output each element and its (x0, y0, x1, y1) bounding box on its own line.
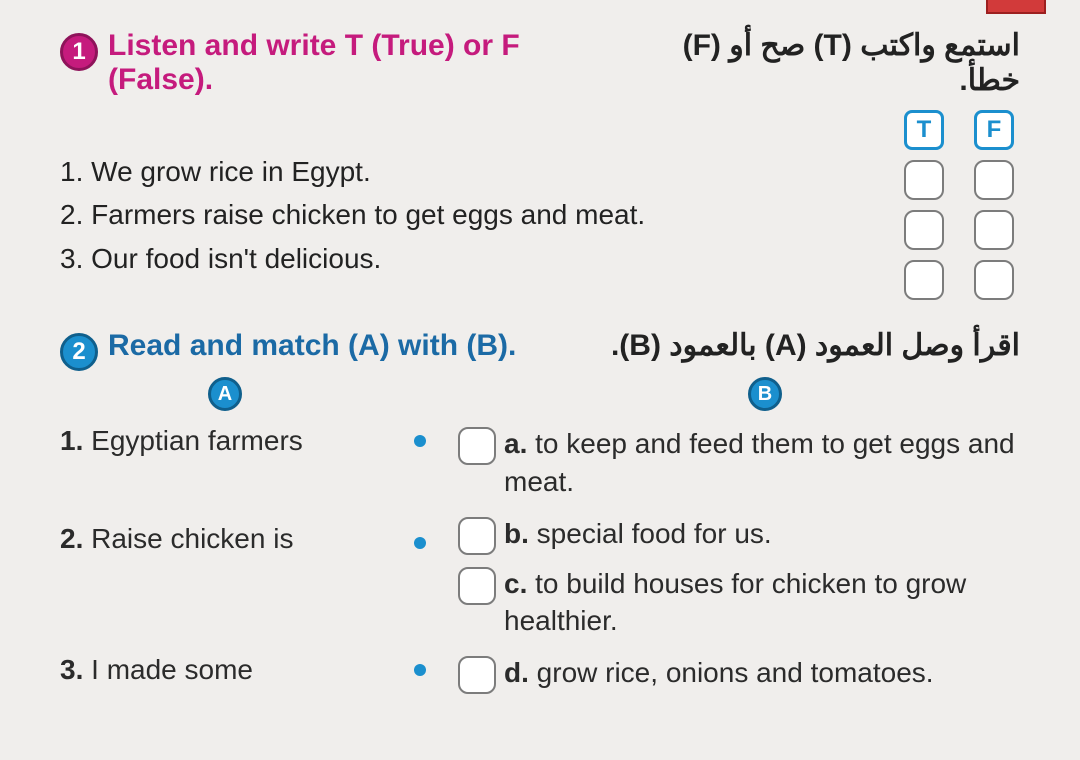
item-text: special food for us. (537, 518, 772, 549)
column-b-item: b. special food for us. (504, 515, 1020, 553)
match-dot[interactable] (414, 537, 426, 549)
exercise-1-heading: 1 Listen and write T (True) or F (False)… (60, 28, 1020, 98)
column-b-item: c. to build houses for chicken to grow h… (504, 565, 1020, 641)
column-b-badge: B (748, 377, 782, 411)
column-a-item: 2. Raise chicken is (60, 523, 390, 555)
statements-list: 1. We grow rice in Egypt. 2. Farmers rai… (60, 108, 868, 302)
item-number: 3. (60, 654, 83, 685)
exercise-number-badge: 1 (60, 33, 98, 71)
match-row: c. to build houses for chicken to grow h… (60, 565, 1020, 641)
exercise-2-heading: 2 Read and match (A) with (B). اقرأ وصل … (60, 328, 1020, 367)
instruction-english: Listen and write T (True) or F (False). (108, 29, 616, 97)
item-text: Raise chicken is (91, 523, 293, 554)
statement-text: Farmers raise chicken to get eggs and me… (91, 199, 645, 230)
statement-text: Our food isn't delicious. (91, 243, 381, 274)
answer-box-2-false[interactable] (974, 210, 1014, 250)
statement-number: 1. (60, 156, 83, 187)
answer-box-2-true[interactable] (904, 210, 944, 250)
item-text: to build houses for chicken to grow heal… (504, 568, 966, 637)
answer-box-3-false[interactable] (974, 260, 1014, 300)
match-answer-box-d[interactable] (458, 656, 496, 694)
instruction-arabic: استمع واكتب (T) صح أو (F) خطأ. (626, 28, 1020, 98)
item-letter: c. (504, 568, 527, 599)
statement-number: 3. (60, 243, 83, 274)
answer-box-3-true[interactable] (904, 260, 944, 300)
column-b-item: d. grow rice, onions and tomatoes. (504, 654, 1020, 692)
match-answer-box-a[interactable] (458, 427, 496, 465)
column-a-badge: A (208, 377, 242, 411)
item-letter: b. (504, 518, 529, 549)
false-header: F (974, 110, 1014, 150)
page-corner-tab (986, 0, 1046, 14)
statement-item: 1. We grow rice in Egypt. (60, 150, 868, 193)
match-dot[interactable] (414, 664, 426, 676)
column-b-item: a. to keep and feed them to get eggs and… (504, 425, 1020, 501)
statement-number: 2. (60, 199, 83, 230)
match-row: 3. I made some d. grow rice, onions and … (60, 654, 1020, 694)
match-answer-box-b[interactable] (458, 517, 496, 555)
exercise-2: 2 Read and match (A) with (B). اقرأ وصل … (60, 328, 1020, 694)
item-text: grow rice, onions and tomatoes. (537, 657, 934, 688)
item-number: 2. (60, 523, 83, 554)
exercise-1: 1 Listen and write T (True) or F (False)… (60, 28, 1020, 302)
true-false-grid: T F (898, 108, 1020, 302)
item-text: Egyptian farmers (91, 425, 303, 456)
item-text: to keep and feed them to get eggs and me… (504, 428, 1015, 497)
statement-item: 3. Our food isn't delicious. (60, 237, 868, 280)
statement-text: We grow rice in Egypt. (91, 156, 371, 187)
match-dot[interactable] (414, 435, 426, 447)
match-row: 2. Raise chicken is b. special food for … (60, 515, 1020, 555)
statement-item: 2. Farmers raise chicken to get eggs and… (60, 193, 868, 236)
true-header: T (904, 110, 944, 150)
instruction-english: Read and match (A) with (B). (108, 329, 516, 363)
instruction-arabic: اقرأ وصل العمود (A) بالعمود (B). (611, 328, 1020, 363)
answer-box-1-true[interactable] (904, 160, 944, 200)
match-answer-box-c[interactable] (458, 567, 496, 605)
item-text: I made some (91, 654, 253, 685)
column-a-item: 1. Egyptian farmers (60, 425, 390, 457)
column-a-item: 3. I made some (60, 654, 390, 686)
item-letter: d. (504, 657, 529, 688)
item-letter: a. (504, 428, 527, 459)
answer-box-1-false[interactable] (974, 160, 1014, 200)
item-number: 1. (60, 425, 83, 456)
match-row: 1. Egyptian farmers a. to keep and feed … (60, 425, 1020, 501)
column-headers: A B (60, 377, 1020, 411)
exercise-number-badge: 2 (60, 333, 98, 371)
